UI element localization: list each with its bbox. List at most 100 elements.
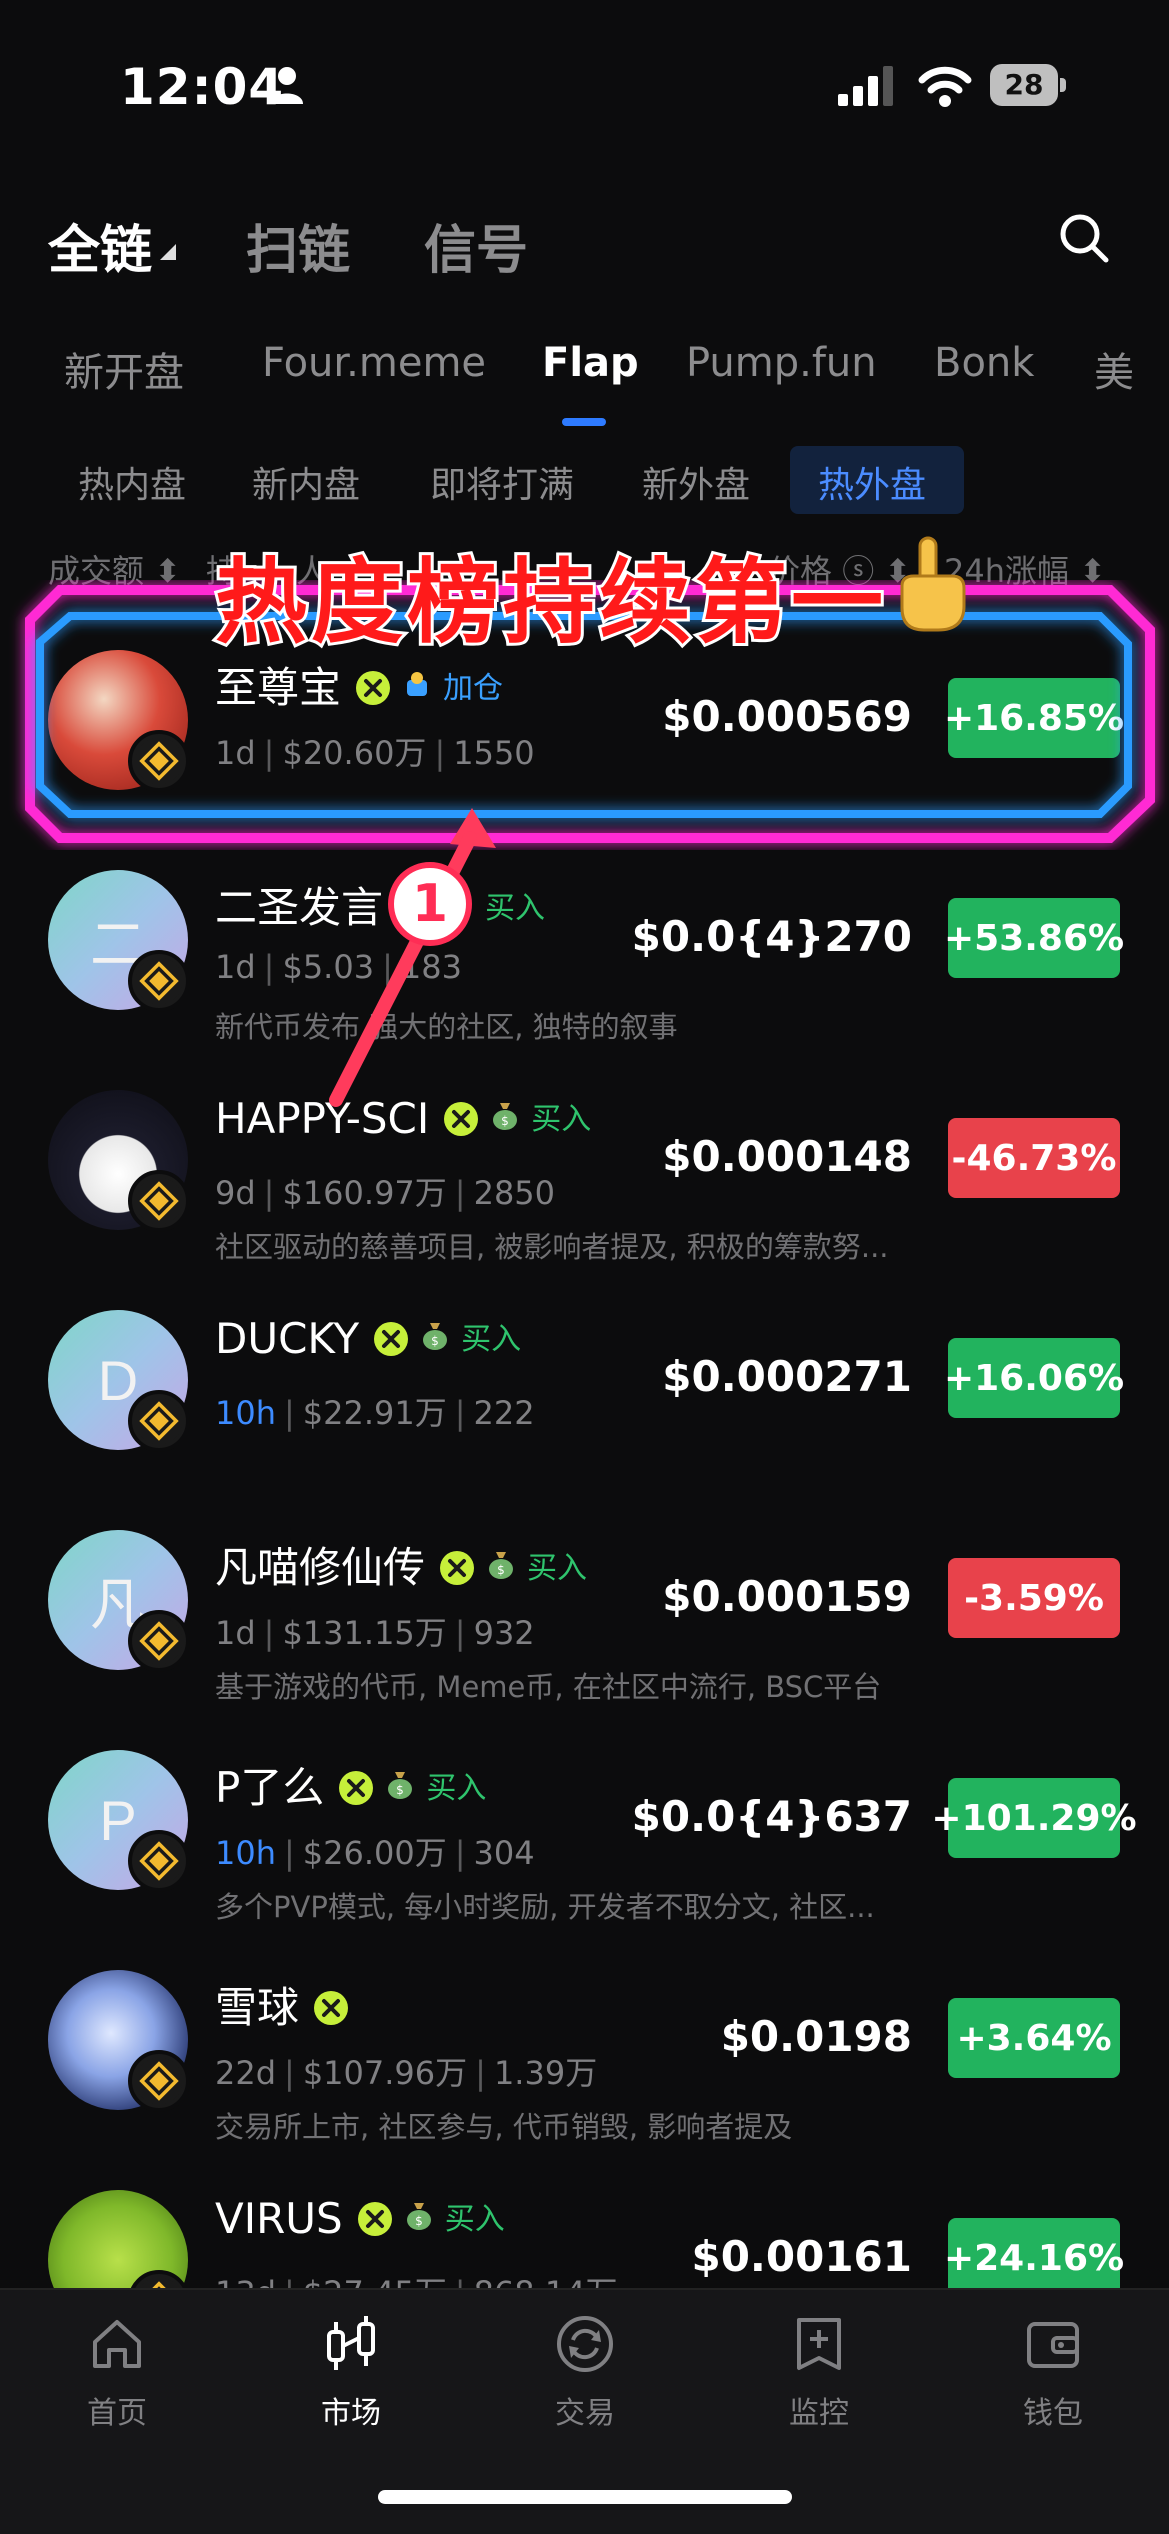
annotation-arrow <box>329 808 496 1107</box>
token-tag[interactable]: 买入 <box>531 1094 591 1138</box>
bnb-chain-icon <box>128 1170 190 1232</box>
svg-text:$: $ <box>397 1783 405 1797</box>
token-price: $0.0{4}637 <box>631 1792 912 1841</box>
token-change-badge[interactable]: -46.73% <box>948 1118 1120 1198</box>
token-tag[interactable]: 买入 <box>461 1314 521 1358</box>
token-name[interactable]: VIRUS $ 买入 <box>215 2194 505 2243</box>
token-holders: 1.39万 <box>493 2054 598 2092</box>
money-bag-icon: $ <box>489 1552 514 1579</box>
token-change-badge[interactable]: +24.16% <box>944 2218 1124 2298</box>
bnb-chain-icon <box>128 950 190 1012</box>
tab-all-chains[interactable]: 全链 <box>48 208 152 283</box>
token-change-badge[interactable]: +53.86% <box>944 898 1124 978</box>
overlay-banner: 热度榜持续第一 <box>212 546 888 659</box>
platform-tab-more[interactable]: 美 <box>1094 340 1134 398</box>
sub-tab-new-inner[interactable]: 新内盘 <box>252 456 360 508</box>
token-row[interactable]: 雪球 22d | $107.96万 | 1.39万交易所上市, 社区参与, 代币销毁, 影… <box>0 1970 1169 2190</box>
bnb-chain-icon <box>128 2050 190 2112</box>
token-name[interactable]: DUCKY $ 买入 <box>215 1314 521 1363</box>
token-row[interactable]: 凡凡喵修仙传 $ 买入 1d | $131.15万 | 932 基于游戏的代币, Meme币, … <box>0 1530 1169 1750</box>
nav-home[interactable]: 首页 <box>42 2314 192 2432</box>
token-name[interactable]: 凡喵修仙传 $ 买入 <box>215 1534 587 1595</box>
token-change-badge[interactable]: -3.59% <box>948 1558 1120 1638</box>
platform-tab-new[interactable]: 新开盘 <box>64 340 184 398</box>
token-description: 基于游戏的代币, Meme币, 在社区中流行, BSC平台 <box>215 1670 882 1704</box>
trade-icon <box>557 2316 613 2372</box>
token-tag[interactable]: 买入 <box>445 2194 505 2238</box>
x-social-icon[interactable] <box>357 2201 393 2237</box>
monitor-icon <box>797 2318 841 2370</box>
token-age: 1d <box>215 948 256 986</box>
x-social-icon[interactable] <box>338 1770 374 1806</box>
token-row[interactable]: HAPPY-SCI $ 买入 9d | $160.97万 | 2850 社区驱动的慈善项目, 被… <box>0 1090 1169 1310</box>
token-age: 9d <box>215 1174 256 1212</box>
token-age: 10h <box>215 1394 276 1432</box>
nav-wallet[interactable]: 钱包 <box>978 2314 1128 2432</box>
nav-market[interactable]: 市场 <box>276 2314 426 2432</box>
token-meta: 10h | $22.91万 | 222 <box>215 1394 535 1432</box>
token-description: 社区驱动的慈善项目, 被影响者提及, 积极的筹款努... <box>215 1230 889 1264</box>
token-price: $0.0198 <box>720 2012 912 2061</box>
signal-icon <box>838 66 893 106</box>
money-bag-icon: $ <box>406 2203 431 2230</box>
x-social-icon[interactable] <box>313 1990 349 2026</box>
tab-scan-chain[interactable]: 扫链 <box>246 208 350 283</box>
token-meta: 1d | $131.15万 | 932 <box>215 1614 535 1652</box>
token-description: 交易所上市, 社区参与, 代币销毁, 影响者提及 <box>215 2110 793 2144</box>
nav-monitor[interactable]: 监控 <box>744 2314 894 2432</box>
token-meta: 22d | $107.96万 | 1.39万 <box>215 2054 598 2092</box>
svg-text:$: $ <box>501 1114 509 1128</box>
money-bag-icon: $ <box>388 1772 413 1799</box>
token-name[interactable]: P了么 $ 买入 <box>215 1754 486 1815</box>
bnb-chain-icon <box>128 1830 190 1892</box>
pointing-up-hand-icon <box>900 536 966 632</box>
status-time: 12:04 <box>120 58 285 116</box>
platform-tab-pumpfun[interactable]: Pump.fun <box>686 340 877 386</box>
sub-tab-almost-full[interactable]: 即将打满 <box>430 456 574 508</box>
token-age: 22d <box>215 2054 277 2092</box>
active-tab-indicator <box>562 418 606 426</box>
token-holders: 932 <box>473 1614 535 1652</box>
x-social-icon[interactable] <box>373 1321 409 1357</box>
svg-text:$: $ <box>497 1563 505 1577</box>
token-row[interactable]: 二二圣发言$买入1d|$5.03|183新代币发布 强大的社区, 独特的叙事$0… <box>0 870 1169 1090</box>
token-row[interactable]: D DUCKY $ 买入 10h | $22.91万 | 222 $0.000271 +16.06% <box>0 1310 1169 1530</box>
bnb-chain-icon <box>128 1390 190 1452</box>
token-price: $0.000159 <box>662 1572 912 1621</box>
token-holders: 304 <box>473 1834 535 1872</box>
token-mcap: $160.97万 <box>282 1174 447 1212</box>
token-tag[interactable]: 买入 <box>527 1543 587 1587</box>
platform-tab-fourmeme[interactable]: Four.meme <box>262 340 486 386</box>
sub-tab-new-outer[interactable]: 新外盘 <box>642 456 750 508</box>
token-change-badge[interactable]: +3.64% <box>948 1998 1120 2078</box>
token-mcap: $22.91万 <box>302 1394 447 1432</box>
tab-signal[interactable]: 信号 <box>424 208 528 283</box>
token-row[interactable]: P P了么 $ 买入 10h | $26.00万 | 304 多个PVP模式, 每小时奖励, 开发… <box>0 1750 1169 1970</box>
platform-tab-bonk[interactable]: Bonk <box>934 340 1034 386</box>
search-icon[interactable] <box>1058 212 1110 264</box>
token-mcap: $131.15万 <box>282 1614 447 1652</box>
token-change-badge[interactable]: +101.29% <box>931 1778 1137 1858</box>
nav-trade[interactable]: 交易 <box>510 2314 660 2432</box>
token-tag[interactable]: 买入 <box>426 1763 486 1807</box>
token-change-badge[interactable]: +16.06% <box>944 1338 1124 1418</box>
token-meta: 10h | $26.00万 | 304 <box>215 1834 535 1872</box>
sub-tab-hot-outer[interactable]: 热外盘 <box>818 456 926 508</box>
market-icon <box>327 2316 375 2370</box>
home-indicator <box>378 2490 792 2504</box>
token-age: 1d <box>215 1614 256 1652</box>
token-name[interactable]: 雪球 <box>215 1974 349 2035</box>
platform-tab-flap[interactable]: Flap <box>542 340 639 386</box>
sub-tab-hot-inner[interactable]: 热内盘 <box>78 456 186 508</box>
token-holders: 2850 <box>473 1174 556 1212</box>
dropdown-triangle-icon[interactable] <box>160 244 176 260</box>
battery-level: 28 <box>990 64 1058 106</box>
svg-text:$: $ <box>431 1334 439 1348</box>
x-social-icon[interactable] <box>439 1550 475 1586</box>
token-age: 10h <box>215 1834 276 1872</box>
token-price: $0.000271 <box>662 1352 912 1401</box>
home-icon <box>93 2320 141 2368</box>
money-bag-icon: $ <box>423 1323 448 1350</box>
token-description: 多个PVP模式, 每小时奖励, 开发者不取分文, 社区... <box>215 1890 875 1924</box>
wifi-icon <box>918 66 972 107</box>
